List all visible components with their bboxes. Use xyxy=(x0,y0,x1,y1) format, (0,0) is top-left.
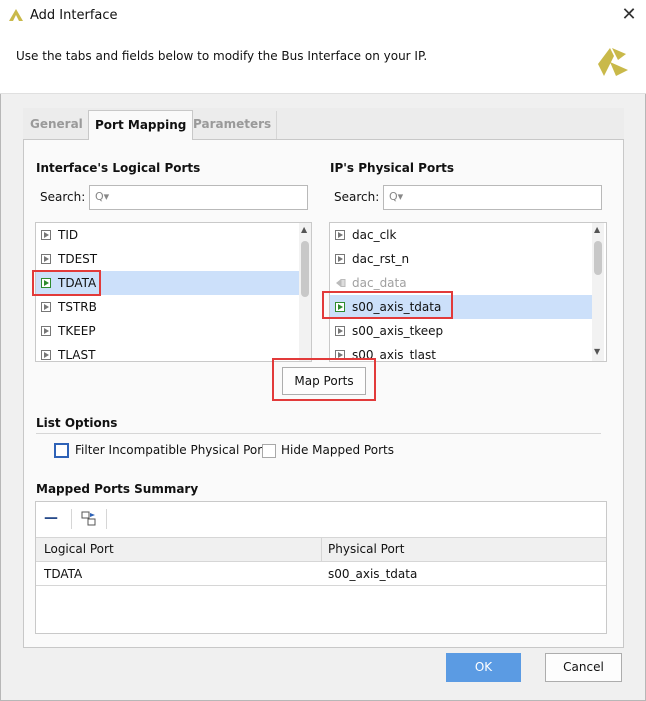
column-header-physical[interactable]: Physical Port xyxy=(328,542,404,556)
port-label: dac_clk xyxy=(352,228,397,242)
search-icon: Q▾ xyxy=(95,190,110,203)
section-divider xyxy=(36,433,601,434)
table-cell-logical: TDATA xyxy=(44,567,83,581)
auto-map-icon[interactable] xyxy=(81,511,97,527)
port-label: TDEST xyxy=(58,252,98,266)
mapped-summary-title: Mapped Ports Summary xyxy=(36,482,199,496)
remove-mapping-icon[interactable]: — xyxy=(44,510,58,526)
logical-port-item[interactable]: TDEST xyxy=(36,247,299,271)
port-label: TSTRB xyxy=(58,300,97,314)
logical-selection-highlight xyxy=(32,270,101,296)
port-label: dac_data xyxy=(352,276,407,290)
port-icon xyxy=(41,326,51,336)
logical-port-item[interactable]: TLAST xyxy=(36,343,299,362)
tab-divider xyxy=(276,111,277,139)
scroll-up-icon[interactable]: ▲ xyxy=(301,225,307,234)
table-cell-physical: s00_axis_tdata xyxy=(328,567,418,581)
toolbar-divider xyxy=(71,509,72,529)
port-label: TLAST xyxy=(58,348,96,362)
scroll-down-icon[interactable]: ▼ xyxy=(594,347,600,356)
window-title: Add Interface xyxy=(30,8,118,23)
port-label: TKEEP xyxy=(58,324,96,338)
column-header-logical[interactable]: Logical Port xyxy=(44,542,114,556)
scroll-thumb[interactable] xyxy=(301,241,309,297)
hide-mapped-label: Hide Mapped Ports xyxy=(281,443,394,457)
physical-search-label: Search: xyxy=(334,190,380,204)
description-banner xyxy=(0,32,646,94)
tab-port-mapping[interactable]: Port Mapping xyxy=(88,110,194,140)
scroll-up-icon[interactable]: ▲ xyxy=(594,225,600,234)
close-icon[interactable]: ✕ xyxy=(618,4,640,26)
physical-ports-title: IP's Physical Ports xyxy=(330,161,455,175)
physical-selection-highlight xyxy=(322,291,453,319)
logical-ports-title: Interface's Logical Ports xyxy=(36,161,201,175)
physical-search-input[interactable]: Q▾ xyxy=(383,185,602,210)
banner-description: Use the tabs and fields below to modify … xyxy=(16,49,428,63)
port-icon xyxy=(335,230,345,240)
port-label: s00_axis_tkeep xyxy=(352,324,444,338)
port-icon xyxy=(335,254,345,264)
port-output-icon xyxy=(336,279,346,287)
port-label: TID xyxy=(58,228,79,242)
port-icon xyxy=(335,326,345,336)
search-icon: Q▾ xyxy=(389,190,404,203)
physical-port-item[interactable]: dac_rst_n xyxy=(330,247,592,271)
table-row[interactable] xyxy=(36,562,606,586)
tab-general[interactable]: General xyxy=(24,110,89,140)
physical-port-item[interactable]: s00_axis_tkeep xyxy=(330,319,592,343)
logical-search-input[interactable]: Q▾ xyxy=(89,185,308,210)
logical-search-label: Search: xyxy=(40,190,86,204)
physical-scrollbar[interactable]: ▲ ▼ xyxy=(592,223,604,361)
port-icon xyxy=(41,350,51,360)
port-icon xyxy=(41,230,51,240)
filter-incompatible-label: Filter Incompatible Physical Ports xyxy=(75,443,274,457)
port-label: dac_rst_n xyxy=(352,252,410,266)
vendor-logo-icon xyxy=(598,48,628,76)
tab-parameters[interactable]: Parameters xyxy=(187,110,277,140)
filter-incompatible-checkbox[interactable] xyxy=(54,443,69,458)
map-ports-button[interactable]: Map Ports xyxy=(282,367,366,395)
physical-port-item[interactable]: dac_clk xyxy=(330,223,592,247)
hide-mapped-checkbox[interactable] xyxy=(262,444,276,458)
toolbar-divider xyxy=(106,509,107,529)
cancel-button[interactable]: Cancel xyxy=(545,653,622,682)
logical-port-item[interactable]: TID xyxy=(36,223,299,247)
port-icon xyxy=(41,254,51,264)
logical-port-item[interactable]: TKEEP xyxy=(36,319,299,343)
app-logo-icon xyxy=(9,9,23,21)
logical-scrollbar[interactable]: ▲ xyxy=(299,223,311,361)
list-options-title: List Options xyxy=(36,416,118,430)
logical-port-item[interactable]: TSTRB xyxy=(36,295,299,319)
port-icon xyxy=(41,302,51,312)
scroll-thumb[interactable] xyxy=(594,241,602,275)
ok-button[interactable]: OK xyxy=(446,653,521,682)
